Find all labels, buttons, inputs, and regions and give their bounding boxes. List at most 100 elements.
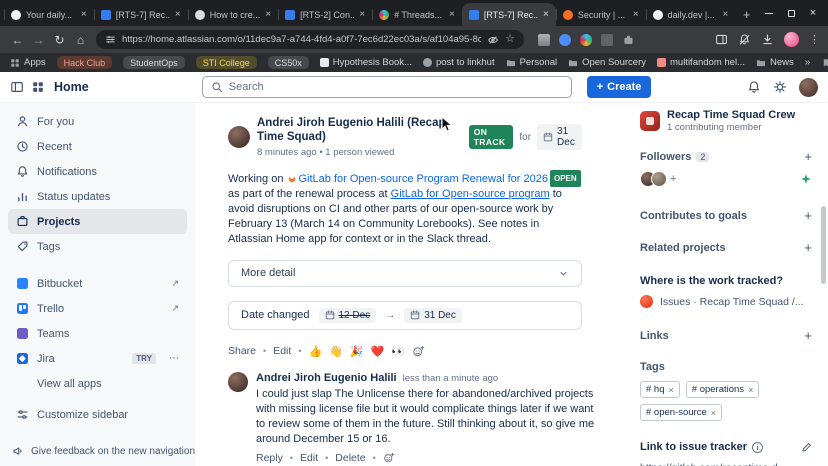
avatar[interactable] <box>228 126 250 148</box>
extension-icon[interactable] <box>580 34 592 46</box>
add-related-project-button[interactable]: + <box>804 241 812 254</box>
bookmark-star-icon[interactable]: ☆ <box>505 34 515 45</box>
extensions-puzzle-icon[interactable] <box>622 33 635 46</box>
browser-profile-avatar[interactable] <box>784 32 799 47</box>
tab-close-icon[interactable]: × <box>265 9 271 20</box>
scrollbar-thumb[interactable] <box>821 206 826 284</box>
sidebar-item-notifications[interactable]: Notifications <box>8 159 187 184</box>
browser-tab-active[interactable]: [RTS-7] Rec...× <box>462 3 556 26</box>
bookmark-folder[interactable]: Personal <box>506 57 558 68</box>
edit-comment-button[interactable]: Edit <box>300 452 318 464</box>
info-icon[interactable]: i <box>752 442 763 453</box>
edit-issue-tracker-button[interactable] <box>801 442 812 453</box>
sidebar-item-tags[interactable]: Tags <box>8 234 187 259</box>
due-date-chip[interactable]: 31 Dec <box>537 124 582 150</box>
tag-chip[interactable]: # open-source× <box>640 404 722 421</box>
tracking-protection-icon[interactable] <box>487 34 499 46</box>
reaction-heart[interactable]: ❤️ <box>371 345 385 358</box>
tab-close-icon[interactable]: × <box>359 9 365 20</box>
downloads-icon[interactable] <box>761 33 774 46</box>
reaction-thumbs-up[interactable]: 👍 <box>308 345 322 358</box>
sidebar-item-projects[interactable]: Projects <box>8 209 187 234</box>
close-window-button[interactable]: × <box>802 0 824 26</box>
tab-close-icon[interactable]: × <box>449 9 455 20</box>
forward-button[interactable]: → <box>29 30 48 49</box>
home-button[interactable]: ⌂ <box>71 30 90 49</box>
create-button[interactable]: +Create <box>587 76 652 98</box>
sidebar-item-view-all-apps[interactable]: View all apps <box>8 371 187 396</box>
team-row[interactable]: Recap Time Squad Crew 1 contributing mem… <box>640 109 812 133</box>
notifications-bell-icon[interactable] <box>747 80 761 94</box>
add-follower-button[interactable]: + <box>804 150 812 163</box>
minimize-button[interactable] <box>758 0 780 26</box>
url-text[interactable]: https://home.atlassian.com/o/11dec9a7-a7… <box>122 34 481 45</box>
sidebar-item-status-updates[interactable]: Status updates <box>8 184 187 209</box>
remove-tag-icon[interactable]: × <box>669 385 674 395</box>
tag-chip[interactable]: # operations× <box>686 381 760 398</box>
sidebar-item-for-you[interactable]: For you <box>8 109 187 134</box>
remove-tag-icon[interactable]: × <box>748 385 753 395</box>
edit-button[interactable]: Edit <box>273 345 291 357</box>
app-switcher-icon[interactable] <box>31 80 45 94</box>
browser-tab[interactable]: [RTS-2] Con...× <box>278 3 372 26</box>
extension-icon[interactable] <box>559 34 571 46</box>
bookmark-item[interactable]: post to linkhut <box>423 57 495 68</box>
bookmarks-overflow-icon[interactable]: » <box>805 57 811 68</box>
extension-icon[interactable] <box>601 34 613 46</box>
avatar[interactable] <box>228 372 248 392</box>
browser-tab[interactable]: Your daily...× <box>4 3 94 26</box>
work-tracked-link[interactable]: Issues · Recap Time Squad /... <box>640 295 812 308</box>
settings-gear-icon[interactable] <box>773 80 787 94</box>
tab-close-icon[interactable]: × <box>175 9 181 20</box>
remove-tag-icon[interactable]: × <box>711 408 716 418</box>
reply-button[interactable]: Reply <box>256 452 283 464</box>
refresh-button[interactable]: ↻ <box>50 30 69 49</box>
address-bar[interactable]: https://home.atlassian.com/o/11dec9a7-a7… <box>96 30 524 49</box>
reaction-wave[interactable]: 👋 <box>329 345 343 358</box>
extension-icon[interactable] <box>538 34 550 46</box>
back-button[interactable]: ← <box>8 30 27 49</box>
delete-comment-button[interactable]: Delete <box>335 452 365 464</box>
global-search[interactable] <box>202 76 572 98</box>
sidebar-item-trello[interactable]: Trello↗ <box>8 296 187 321</box>
bookmark-folder[interactable]: Open Sourcery <box>568 57 646 68</box>
plus-icon[interactable]: + <box>670 173 676 185</box>
user-avatar[interactable] <box>799 78 818 97</box>
reaction-party[interactable]: 🎉 <box>350 345 364 358</box>
notifications-muted-icon[interactable] <box>738 33 751 46</box>
share-button[interactable]: Share <box>228 345 256 357</box>
browser-menu-icon[interactable]: ⋮ <box>809 33 820 46</box>
sidebar-item-bitbucket[interactable]: Bitbucket↗ <box>8 271 187 296</box>
add-goal-button[interactable]: + <box>804 209 812 222</box>
site-settings-icon[interactable] <box>105 34 116 45</box>
bookmark-folder[interactable]: News <box>756 57 794 68</box>
browser-tab[interactable]: How to cre...× <box>188 3 278 26</box>
browser-tab[interactable]: # Threads...× <box>372 3 462 26</box>
sidebar-item-customize[interactable]: Customize sidebar <box>8 402 187 427</box>
sidebar-item-recent[interactable]: Recent <box>8 134 187 159</box>
tab-group-chip[interactable]: StudentOps <box>123 56 185 69</box>
add-reaction-icon[interactable] <box>412 345 425 358</box>
tab-close-icon[interactable]: × <box>722 9 728 20</box>
all-bookmarks-button[interactable]: All Bookmarks <box>821 57 828 68</box>
inline-link-gitlab-program[interactable]: GitLab for Open-source program <box>391 188 550 200</box>
tab-group-chip[interactable]: Hack Club <box>57 56 113 69</box>
bookmark-item[interactable]: Hypothesis Book... <box>320 57 412 68</box>
sidebar-item-teams[interactable]: Teams <box>8 321 187 346</box>
tab-close-icon[interactable]: × <box>633 9 639 20</box>
more-detail-toggle[interactable]: More detail <box>228 260 582 287</box>
issue-tracker-url[interactable]: https://gitlab.com/recaptime-dev/squad/m… <box>640 461 780 466</box>
tab-group-chip[interactable]: CS50x <box>268 56 309 69</box>
tag-chip[interactable]: # hq× <box>640 381 680 398</box>
tab-close-icon[interactable]: × <box>543 9 549 20</box>
add-reaction-icon[interactable] <box>383 452 395 464</box>
browser-tab[interactable]: Security | ...× <box>556 3 646 26</box>
maximize-button[interactable] <box>780 0 802 26</box>
tab-group-chip[interactable]: STI College <box>196 56 257 69</box>
bookmark-item[interactable]: multifandom hel... <box>657 57 745 68</box>
new-tab-button[interactable]: + <box>735 3 758 26</box>
side-panel-icon[interactable] <box>715 33 728 46</box>
more-options-icon[interactable]: ⋯ <box>169 353 179 364</box>
sidebar-item-jira[interactable]: JiraTRY⋯ <box>8 346 187 371</box>
apps-shortcut[interactable]: Apps <box>10 57 46 68</box>
